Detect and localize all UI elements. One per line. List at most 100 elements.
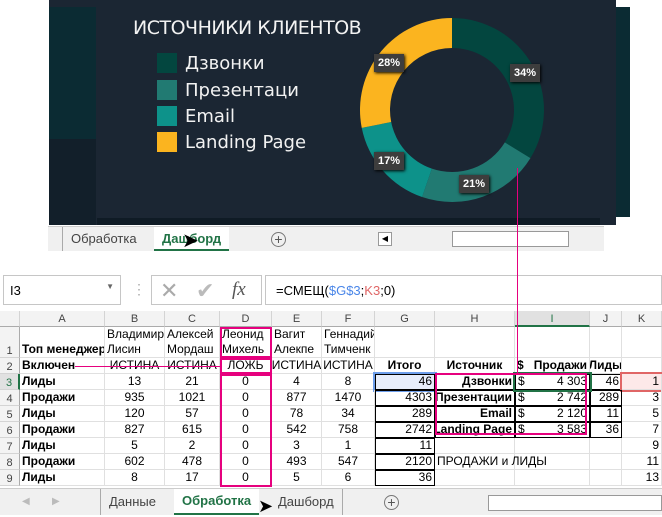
sheet-tab-dashboard[interactable]: Дашборд [270, 489, 343, 515]
cell-C7[interactable]: 2 [165, 438, 220, 454]
row-header[interactable]: 2 [0, 358, 20, 374]
prev-sheet-icon[interactable]: ◀ [22, 496, 30, 507]
enter-icon[interactable]: ✔ [196, 278, 214, 304]
cell-E8[interactable]: 493 [272, 454, 322, 470]
cell-H9[interactable] [435, 470, 515, 486]
column-header[interactable]: E [272, 311, 322, 327]
add-sheet-icon[interactable]: + [384, 495, 399, 510]
cell-C1[interactable]: Алексей Мордаш [165, 327, 220, 358]
cell-C8[interactable]: 478 [165, 454, 220, 470]
cell-J9[interactable] [590, 470, 622, 486]
cell-F1[interactable]: Геннадий Тимченк [322, 327, 375, 358]
name-box[interactable]: I3 ▼ [3, 275, 121, 305]
row-header[interactable]: 4 [0, 390, 20, 406]
cell-G7[interactable]: 11 [375, 438, 435, 454]
cell-G9[interactable]: 36 [375, 470, 435, 486]
cell-F8[interactable]: 547 [322, 454, 375, 470]
cell-C5[interactable]: 57 [165, 406, 220, 422]
cell-J2[interactable]: Лиды [590, 358, 622, 374]
row-header[interactable]: 3 [0, 374, 20, 390]
cell-K4[interactable]: 3 [622, 390, 662, 406]
cell-E3[interactable]: 4 [272, 374, 322, 390]
cell-F5[interactable]: 34 [322, 406, 375, 422]
cell-I7[interactable] [515, 438, 590, 454]
cell-B8[interactable]: 602 [105, 454, 165, 470]
cell-F7[interactable]: 1 [322, 438, 375, 454]
cell-H7[interactable] [435, 438, 515, 454]
cell-B3[interactable]: 13 [105, 374, 165, 390]
cell-G3[interactable]: 46 [373, 372, 437, 392]
row-header[interactable]: 7 [0, 438, 20, 454]
cell-F2[interactable]: ИСТИНА [322, 358, 375, 374]
cell-A8[interactable]: Продажи [20, 454, 105, 470]
cell-E6[interactable]: 542 [272, 422, 322, 438]
cancel-icon[interactable]: ✕ [160, 278, 178, 304]
column-header[interactable]: D [220, 311, 272, 327]
cell-A4[interactable]: Продажи [20, 390, 105, 406]
cell-J7[interactable] [590, 438, 622, 454]
cell-J5[interactable]: 11 [590, 406, 622, 422]
column-header[interactable]: G [375, 311, 435, 327]
cell-I2[interactable]: $ Продажи [515, 358, 590, 374]
cell-K3[interactable]: 1 [620, 372, 662, 392]
cell-C9[interactable]: 17 [165, 470, 220, 486]
select-all-corner[interactable] [0, 311, 20, 327]
add-sheet-icon[interactable]: + [271, 232, 286, 247]
column-header[interactable]: B [105, 311, 165, 327]
cell-H1[interactable] [435, 327, 515, 358]
sheet-tab-obrabotka[interactable]: Обработка [174, 489, 260, 515]
cell-G1[interactable] [375, 327, 435, 358]
cell-G6[interactable]: 2742 [375, 422, 435, 438]
cell-E5[interactable]: 78 [272, 406, 322, 422]
cell-K9[interactable]: 13 [622, 470, 662, 486]
cell-K7[interactable]: 9 [622, 438, 662, 454]
column-header[interactable]: A [20, 311, 105, 327]
cell-K8[interactable]: 11 [622, 454, 662, 470]
column-header[interactable]: I [515, 311, 590, 327]
cell-B4[interactable]: 935 [105, 390, 165, 406]
column-header[interactable]: H [435, 311, 515, 327]
cell-G8[interactable]: 2120 [375, 454, 435, 470]
row-header[interactable]: 6 [0, 422, 20, 438]
cell-J1[interactable] [590, 327, 622, 358]
cell-J8[interactable] [590, 454, 622, 470]
cell-F4[interactable]: 1470 [322, 390, 375, 406]
cell-A5[interactable]: Лиды [20, 406, 105, 422]
cell-B5[interactable]: 120 [105, 406, 165, 422]
cell-A3[interactable]: Лиды [20, 374, 105, 390]
column-header[interactable]: K [622, 311, 662, 327]
cell-A9[interactable]: Лиды [20, 470, 105, 486]
sheet-tab-obrabotka[interactable]: Обработка [62, 227, 145, 251]
cell-E9[interactable]: 5 [272, 470, 322, 486]
horizontal-scrollbar-thumb[interactable] [452, 231, 569, 247]
insert-function-icon[interactable]: fx [232, 279, 246, 301]
cell-F3[interactable]: 8 [322, 374, 375, 390]
cell-B6[interactable]: 827 [105, 422, 165, 438]
sheet-tab-dannye[interactable]: Данные [100, 489, 164, 515]
cell-K6[interactable]: 7 [622, 422, 662, 438]
cell-C3[interactable]: 21 [165, 374, 220, 390]
formula-input[interactable]: =СМЕЩ($G$3;K3;0) [265, 275, 662, 305]
cell-C6[interactable]: 615 [165, 422, 220, 438]
next-sheet-icon[interactable]: ▶ [52, 496, 60, 507]
cell-G2[interactable]: Итого [375, 358, 435, 374]
cell-E4[interactable]: 877 [272, 390, 322, 406]
cell-J4[interactable]: 289 [590, 390, 622, 406]
cell-J6[interactable]: 36 [590, 422, 622, 438]
cell-E1[interactable]: Вагит Алекпе [272, 327, 322, 358]
cell-B1[interactable]: Владимир Лисин [105, 327, 165, 358]
cell-G4[interactable]: 4303 [375, 390, 435, 406]
row-header[interactable]: 1 [0, 327, 20, 358]
horizontal-scrollbar[interactable] [488, 495, 662, 511]
cell-C4[interactable]: 1021 [165, 390, 220, 406]
cell-I9[interactable] [515, 470, 590, 486]
scroll-left-button[interactable]: ◀ [378, 232, 392, 246]
cell-B9[interactable]: 8 [105, 470, 165, 486]
cell-H2[interactable]: Источник [435, 358, 515, 374]
cell-K2[interactable] [622, 358, 662, 374]
cell-B7[interactable]: 5 [105, 438, 165, 454]
column-header[interactable]: J [590, 311, 622, 327]
row-header[interactable]: 9 [0, 470, 20, 486]
cell-A6[interactable]: Продажи [20, 422, 105, 438]
cell-A7[interactable]: Лиды [20, 438, 105, 454]
